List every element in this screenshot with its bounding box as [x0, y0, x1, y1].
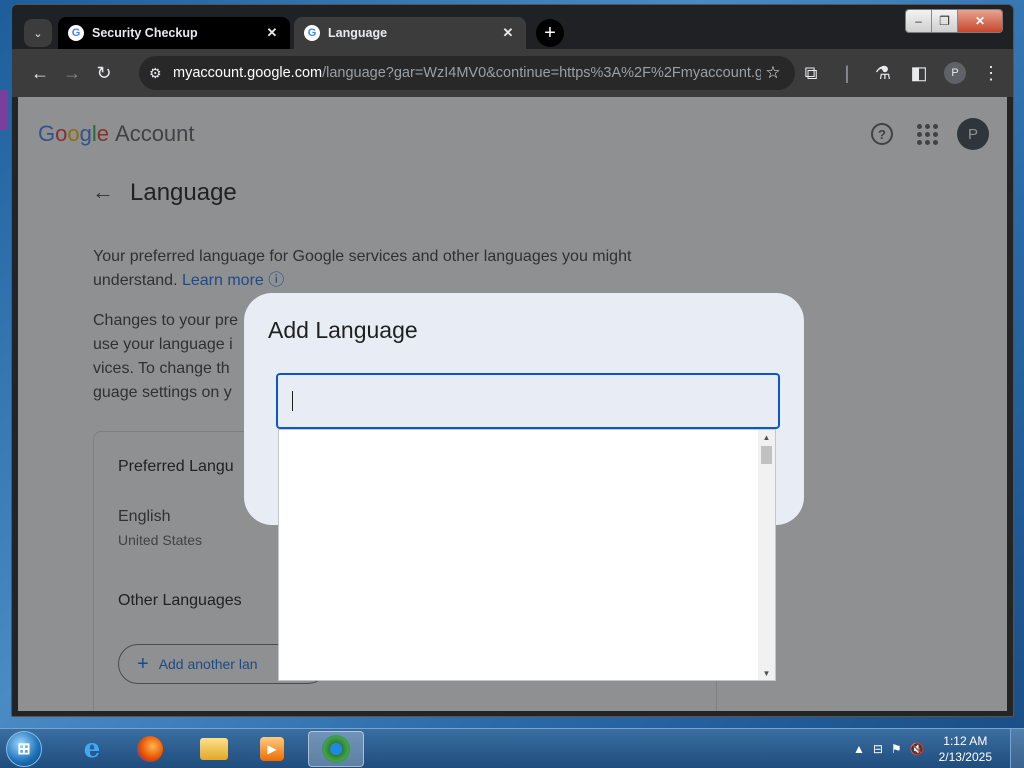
chevron-down-icon: ⌄: [33, 27, 43, 40]
text-caret: [292, 391, 293, 411]
side-panel-icon[interactable]: ◧: [903, 57, 935, 89]
start-button[interactable]: ⊞: [6, 731, 42, 767]
labs-flask-icon[interactable]: ⚗: [867, 57, 899, 89]
bookmark-star-icon[interactable]: ☆: [761, 63, 785, 83]
tab-close-icon[interactable]: ✕: [500, 25, 516, 41]
scroll-down-arrow-icon[interactable]: ▼: [758, 666, 775, 680]
tab-security-checkup[interactable]: G Security Checkup ✕: [58, 17, 290, 49]
browser-taskbar-icon[interactable]: [308, 731, 364, 767]
toolbar-divider: |: [844, 62, 850, 83]
system-tray: ▲ ⊟ ⚑ 🔇 1:12 AM 2/13/2025: [845, 729, 1024, 768]
browser-window: ⌄ G Security Checkup ✕ G Language ✕ + – …: [11, 4, 1014, 717]
tab-title: Security Checkup: [92, 26, 198, 40]
dropdown-scrollbar[interactable]: ▲ ▼: [758, 430, 775, 680]
file-explorer-icon[interactable]: [186, 731, 242, 767]
clock-time: 1:12 AM: [943, 734, 988, 748]
restore-button[interactable]: ❐: [932, 10, 958, 32]
action-center-flag-icon[interactable]: ⚑: [891, 742, 902, 756]
volume-muted-icon[interactable]: 🔇: [910, 742, 925, 756]
tab-strip: ⌄ G Security Checkup ✕ G Language ✕ + – …: [12, 5, 1013, 49]
profile-button[interactable]: P: [939, 57, 971, 89]
tray-expand-icon[interactable]: ▲: [853, 742, 865, 756]
google-favicon-icon: G: [304, 25, 320, 41]
profile-avatar: P: [944, 62, 966, 84]
page-content: GoogleAccount ? P ← Language Your prefer…: [18, 97, 1007, 711]
show-desktop-button[interactable]: [1010, 729, 1024, 768]
plus-icon: +: [544, 21, 556, 44]
address-bar[interactable]: ⚙ myaccount.google.com/language?gar=WzI4…: [139, 56, 795, 90]
extensions-icon[interactable]: ⧉: [795, 57, 827, 89]
menu-kebab-icon[interactable]: ⋮: [975, 57, 1007, 89]
url-text[interactable]: myaccount.google.com/language?gar=WzI4MV…: [173, 65, 761, 81]
taskbar: ⊞ e ▶ ▲ ⊟ ⚑ 🔇 1:12 AM 2/13/2025: [0, 728, 1024, 768]
close-window-button[interactable]: ✕: [958, 10, 1002, 32]
internet-explorer-icon[interactable]: e: [64, 731, 120, 767]
clock[interactable]: 1:12 AM 2/13/2025: [939, 733, 992, 765]
tab-close-icon[interactable]: ✕: [264, 25, 280, 41]
minimize-button[interactable]: –: [906, 10, 932, 32]
window-controls: – ❐ ✕: [905, 9, 1003, 33]
google-favicon-icon: G: [68, 25, 84, 41]
new-tab-button[interactable]: +: [536, 19, 564, 47]
desktop-edge-window: [0, 90, 8, 130]
forward-arrow-icon[interactable]: →: [56, 57, 88, 89]
scroll-thumb[interactable]: [761, 446, 772, 464]
browser-toolbar: ← → ↻ ⚙ myaccount.google.com/language?ga…: [12, 49, 1013, 97]
language-suggestions-list[interactable]: ▲ ▼: [278, 429, 776, 681]
network-icon[interactable]: ⊟: [873, 742, 883, 756]
site-info-icon[interactable]: ⚙: [149, 65, 173, 82]
tab-language[interactable]: G Language ✕: [294, 17, 526, 49]
tab-search-button[interactable]: ⌄: [24, 19, 52, 47]
back-arrow-icon[interactable]: ←: [24, 57, 56, 89]
tab-title: Language: [328, 26, 388, 40]
url-path: /language?gar=WzI4MV0&continue=https%3A%…: [322, 65, 761, 81]
media-player-icon[interactable]: ▶: [244, 731, 300, 767]
scroll-up-arrow-icon[interactable]: ▲: [758, 430, 775, 444]
toolbar-actions: ⧉ | ⚗ ◧ P ⋮: [795, 57, 1007, 89]
reload-icon[interactable]: ↻: [88, 57, 120, 89]
dialog-title: Add Language: [268, 317, 418, 343]
language-search-input[interactable]: [276, 373, 780, 429]
url-host: myaccount.google.com: [173, 65, 323, 81]
firefox-icon[interactable]: [122, 731, 178, 767]
clock-date: 2/13/2025: [938, 750, 992, 764]
